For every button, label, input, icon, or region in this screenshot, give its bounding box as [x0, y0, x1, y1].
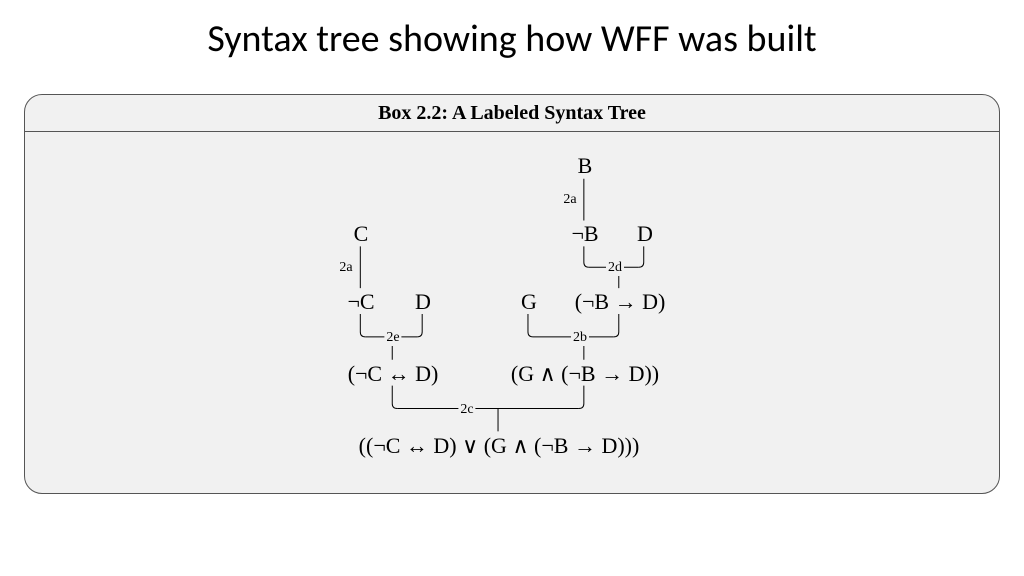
- node-negB: ¬B: [571, 221, 598, 247]
- rule-label-r2a_B: 2a: [561, 192, 578, 208]
- node-biimp: (¬C ↔ D): [348, 361, 439, 387]
- box-heading: Box 2.2: A Labeled Syntax Tree: [25, 95, 999, 132]
- rule-label-r2b: 2b: [571, 330, 589, 346]
- slide-title: Syntax tree showing how WFF was built: [0, 16, 1024, 62]
- rule-label-r2e: 2e: [384, 330, 401, 346]
- node-negC: ¬C: [347, 289, 374, 315]
- node-impl: (¬B → D): [575, 289, 666, 315]
- node-G: G: [521, 289, 537, 315]
- rule-label-r2a_C: 2a: [337, 260, 354, 276]
- node-D2: D: [415, 289, 431, 315]
- syntax-tree-box: Box 2.2: A Labeled Syntax Tree B C ¬B D ¬C D G…: [24, 94, 1000, 494]
- rule-label-r2c: 2c: [458, 402, 475, 418]
- node-conj: (G ∧ (¬B → D)): [511, 361, 659, 387]
- rule-label-r2d: 2d: [606, 260, 624, 276]
- node-D1: D: [637, 221, 653, 247]
- node-B: B: [578, 153, 593, 179]
- tree-diagram: B C ¬B D ¬C D G (¬B → D) (¬C ↔ D) (G ∧ (¬B → D)) (…: [25, 132, 999, 494]
- node-root: ((¬C ↔ D) ∨ (G ∧ (¬B → D))): [359, 433, 640, 459]
- node-C: C: [354, 221, 369, 247]
